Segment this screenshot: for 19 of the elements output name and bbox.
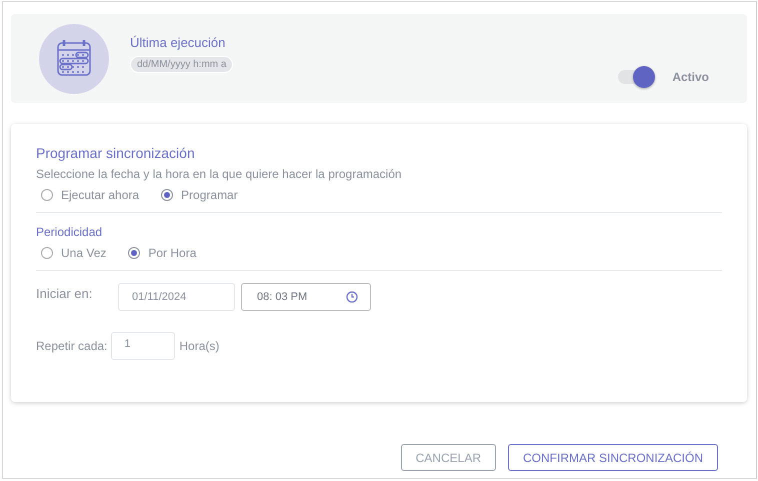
last-run-title: Última ejecución [130, 35, 226, 50]
radio-option[interactable]: Ejecutar ahora [41, 188, 140, 202]
radio-option[interactable]: Programar [161, 188, 238, 202]
section-subtitle: Seleccione la fecha y la hora en la que quiere hacer la programación [36, 167, 403, 181]
toggle-label: Activo [672, 70, 709, 84]
time-field[interactable]: 08: 03 PM [241, 283, 371, 311]
repeat-field[interactable]: 1 [111, 332, 176, 360]
periodicity-label: Periodicidad [36, 225, 104, 239]
start-label: Iniciar en: [36, 286, 94, 301]
radio-option[interactable]: Una Vez [41, 246, 106, 260]
date-field[interactable]: 01/11/2024 [118, 283, 235, 311]
radio-option[interactable]: Por Hora [128, 246, 196, 260]
confirm-button[interactable]: CONFIRMAR SINCRONIZACIÓN [508, 444, 718, 471]
clock-icon [346, 291, 358, 303]
unit-label: Hora(s) [179, 339, 220, 353]
repeat-label: Repetir cada: [36, 339, 108, 353]
cancel-button[interactable]: CANCELAR [400, 444, 496, 471]
last-run-chip: dd/MM/yyyy h:mm a [130, 56, 234, 73]
section-title: Programar sincronización [36, 145, 196, 161]
